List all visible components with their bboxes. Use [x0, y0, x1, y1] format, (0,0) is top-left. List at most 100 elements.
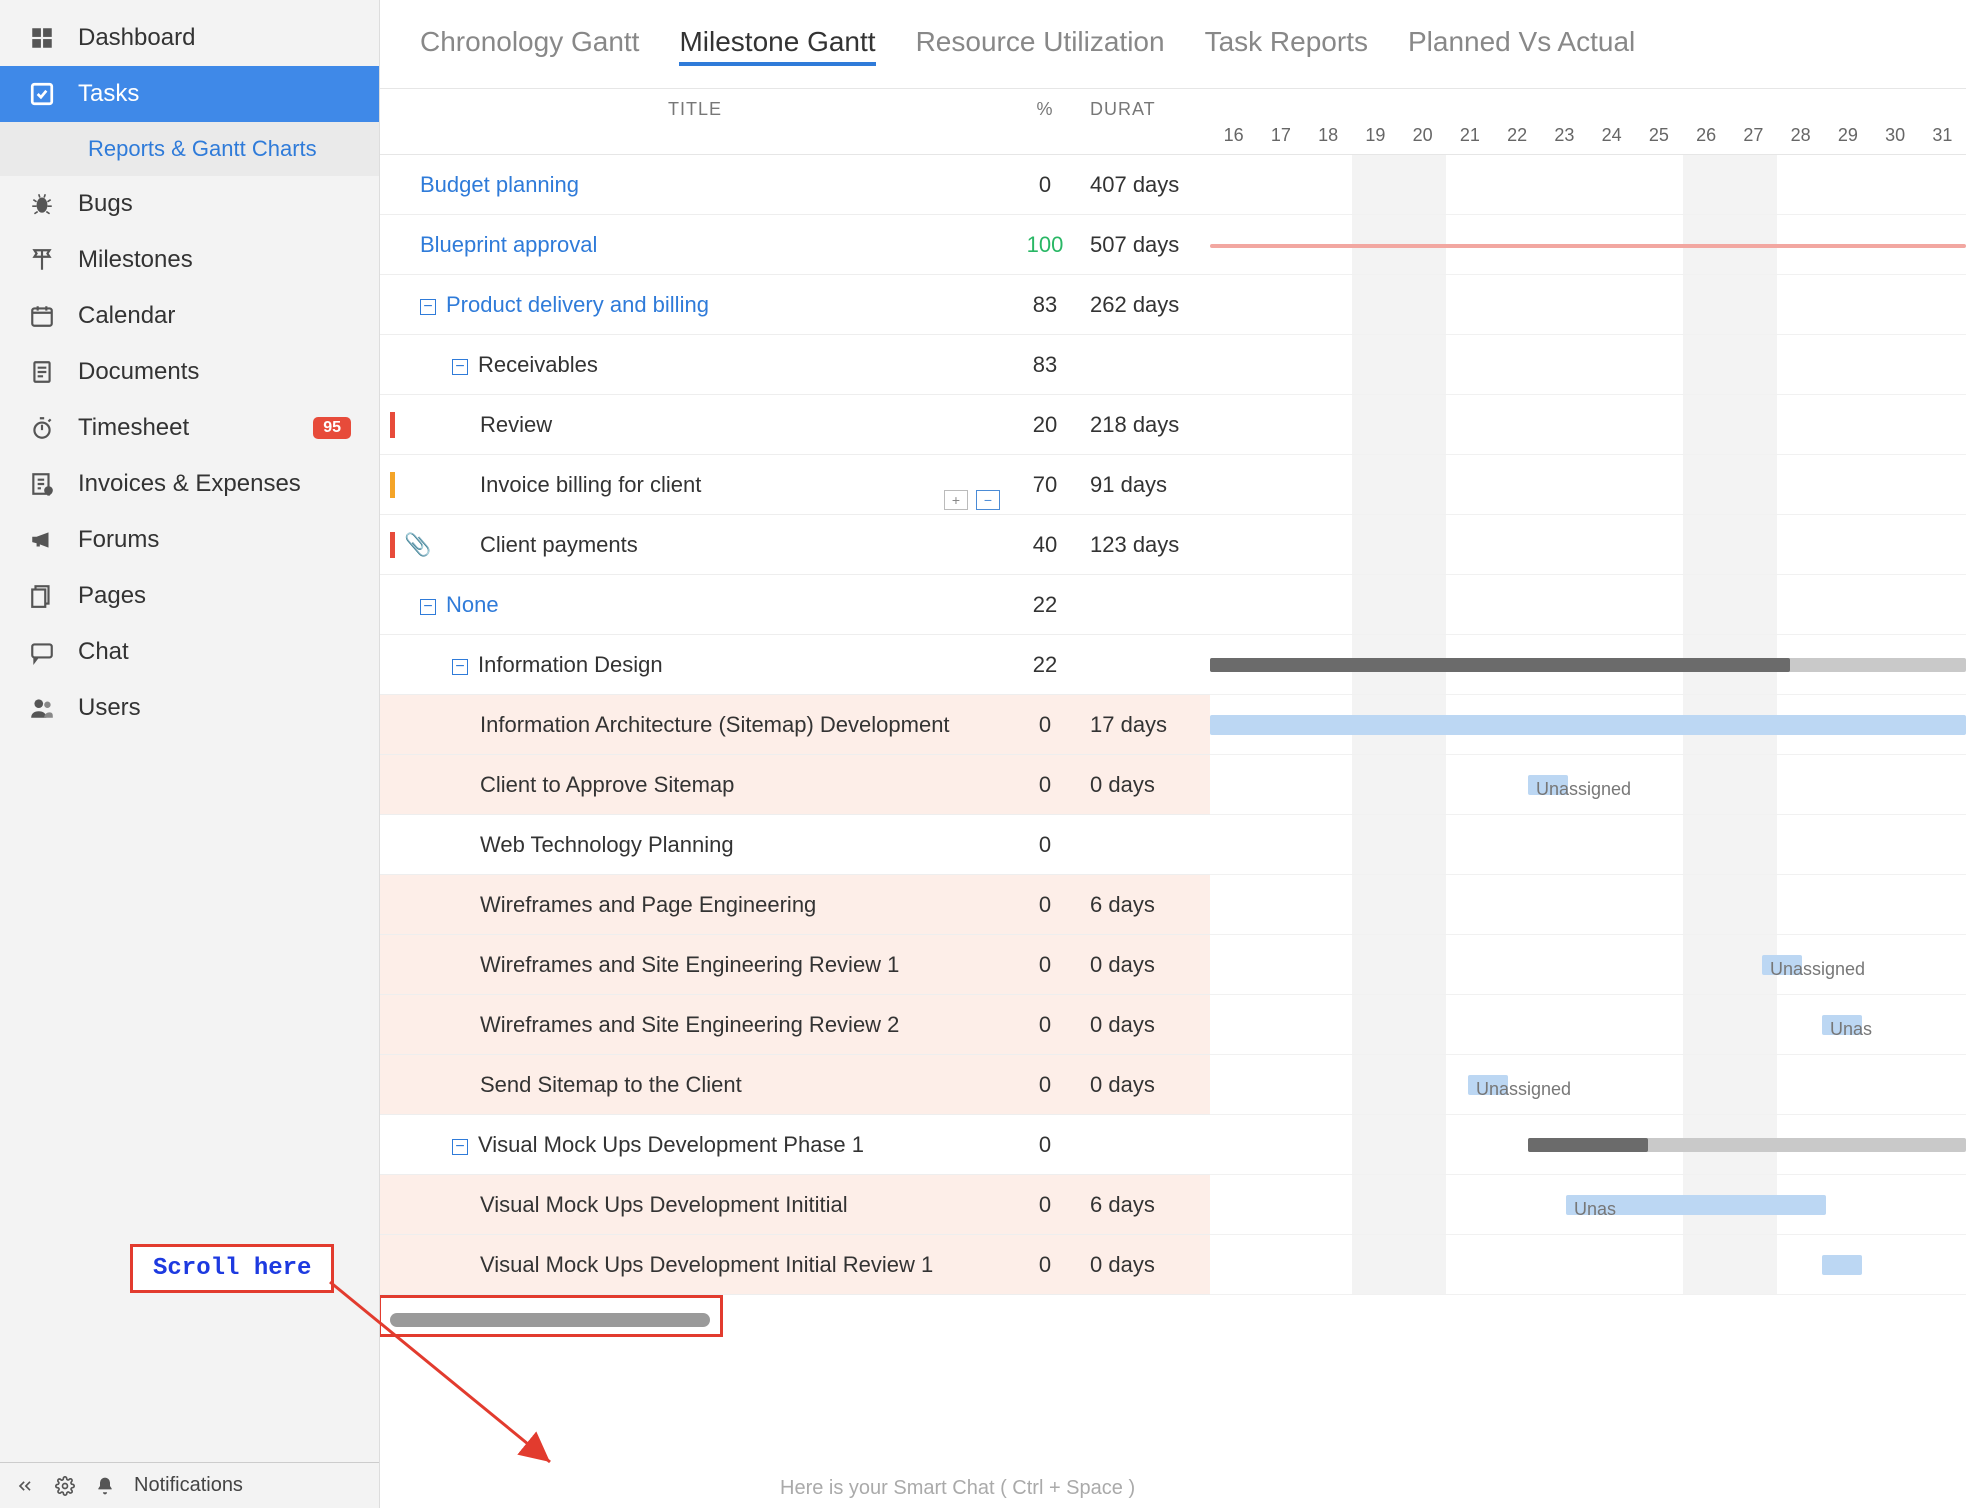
gantt-task-bar[interactable]: [1210, 715, 1966, 735]
row-pct: 0: [1010, 892, 1080, 918]
sidebar-subitem-reports[interactable]: Reports & Gantt Charts: [0, 122, 379, 176]
gantt-row: [1210, 455, 1966, 515]
sidebar-item-bugs[interactable]: Bugs: [0, 176, 379, 232]
sidebar-item-users[interactable]: Users: [0, 680, 379, 736]
sidebar-item-timesheet[interactable]: Timesheet95: [0, 400, 379, 456]
megaphone-icon: [28, 527, 56, 553]
collapse-icon[interactable]: [14, 1475, 36, 1497]
gantt-task-bar[interactable]: [1822, 1255, 1862, 1275]
minus-icon[interactable]: −: [976, 490, 1000, 510]
gantt-task-bar[interactable]: [1822, 1015, 1862, 1035]
table-row[interactable]: Budget planning0407 days: [380, 155, 1210, 215]
tab-task-reports[interactable]: Task Reports: [1205, 26, 1368, 66]
gantt-task-bar[interactable]: [1528, 775, 1568, 795]
gantt-day: 22: [1494, 125, 1541, 146]
gantt-bar: [1210, 244, 1966, 248]
table-row[interactable]: −None22: [380, 575, 1210, 635]
row-duration: 17 days: [1080, 712, 1210, 738]
row-pct: 20: [1010, 412, 1080, 438]
tab-resource-utilization[interactable]: Resource Utilization: [916, 26, 1165, 66]
row-pct: 70: [1010, 472, 1080, 498]
sidebar-item-label: Bugs: [78, 190, 133, 218]
table-row[interactable]: Blueprint approval100507 days: [380, 215, 1210, 275]
table-row[interactable]: −Information Design22: [380, 635, 1210, 695]
table-row[interactable]: −Product delivery and billing83262 days: [380, 275, 1210, 335]
table-row[interactable]: Wireframes and Page Engineering06 days: [380, 875, 1210, 935]
row-pct: 22: [1010, 592, 1080, 618]
sidebar-item-documents[interactable]: Documents: [0, 344, 379, 400]
task-grid: TITLE % DURAT Budget planning0407 daysBl…: [380, 89, 1210, 1335]
collapse-icon[interactable]: −: [452, 1139, 468, 1155]
gear-icon[interactable]: [54, 1475, 76, 1497]
table-row[interactable]: Review20218 days: [380, 395, 1210, 455]
row-pct: 0: [1010, 1192, 1080, 1218]
table-row[interactable]: Wireframes and Site Engineering Review 2…: [380, 995, 1210, 1055]
gantt-day: 29: [1824, 125, 1871, 146]
collapse-icon[interactable]: −: [452, 359, 468, 375]
row-pct: 0: [1010, 832, 1080, 858]
sidebar-item-pages[interactable]: Pages: [0, 568, 379, 624]
report-tabs: Chronology Gantt Milestone Gantt Resource …: [380, 0, 1966, 88]
row-title: Client payments: [380, 532, 1010, 558]
collapse-icon[interactable]: −: [452, 659, 468, 675]
sidebar-item-label: Dashboard: [78, 24, 195, 52]
priority-mark: [390, 472, 395, 498]
table-row[interactable]: Wireframes and Site Engineering Review 1…: [380, 935, 1210, 995]
table-row[interactable]: −Visual Mock Ups Development Phase 10: [380, 1115, 1210, 1175]
gantt-day: 30: [1872, 125, 1919, 146]
tab-planned-vs-actual[interactable]: Planned Vs Actual: [1408, 26, 1635, 66]
smart-chat-hint[interactable]: Here is your Smart Chat ( Ctrl + Space ): [780, 1477, 1135, 1500]
bottom-bar: Notifications: [0, 1462, 379, 1508]
gantt-row: [1210, 755, 1966, 815]
row-duration: 507 days: [1080, 232, 1210, 258]
row-duration: 6 days: [1080, 892, 1210, 918]
gantt-day: 25: [1635, 125, 1682, 146]
sidebar-item-invoices-expenses[interactable]: $Invoices & Expenses: [0, 456, 379, 512]
row-pct: 83: [1010, 292, 1080, 318]
bell-icon[interactable]: [94, 1475, 116, 1497]
stopwatch-icon: [28, 415, 56, 441]
gantt-row: [1210, 1175, 1966, 1235]
gantt-chart[interactable]: 16171819202122232425262728293031: [1210, 89, 1966, 1508]
table-row[interactable]: 📎Client payments40123 days: [380, 515, 1210, 575]
table-row[interactable]: −Receivables83: [380, 335, 1210, 395]
collapse-icon[interactable]: −: [420, 299, 436, 315]
horizontal-scrollbar[interactable]: [390, 1313, 710, 1327]
table-row[interactable]: Visual Mock Ups Development Inititial06 …: [380, 1175, 1210, 1235]
tab-chronology-gantt[interactable]: Chronology Gantt: [420, 26, 639, 66]
row-duration: 123 days: [1080, 532, 1210, 558]
gantt-task-bar[interactable]: [1762, 955, 1802, 975]
sidebar-item-forums[interactable]: Forums: [0, 512, 379, 568]
sidebar-item-milestones[interactable]: Milestones: [0, 232, 379, 288]
table-row[interactable]: Client to Approve Sitemap00 days: [380, 755, 1210, 815]
gantt-row: [1210, 1115, 1966, 1175]
add-icon[interactable]: +: [944, 490, 968, 510]
sidebar-item-tasks[interactable]: Tasks: [0, 66, 379, 122]
priority-mark: [390, 532, 395, 558]
sidebar-item-calendar[interactable]: Calendar: [0, 288, 379, 344]
grid-icon: [28, 25, 56, 51]
row-title: −None: [380, 592, 1010, 618]
tab-milestone-gantt[interactable]: Milestone Gantt: [679, 26, 875, 66]
gantt-task-bar[interactable]: [1468, 1075, 1508, 1095]
row-title: −Information Design: [380, 652, 1010, 678]
gantt-timeline-header: 16171819202122232425262728293031: [1210, 89, 1966, 155]
sidebar-item-dashboard[interactable]: Dashboard: [0, 10, 379, 66]
collapse-icon[interactable]: −: [420, 599, 436, 615]
row-title: Budget planning: [380, 172, 1010, 198]
sidebar: Dashboard TasksReports & Gantt Charts Bugs…: [0, 0, 380, 1508]
table-row[interactable]: Invoice billing for client+−7091 days: [380, 455, 1210, 515]
sidebar-item-label: Milestones: [78, 246, 193, 274]
gantt-day: 24: [1588, 125, 1635, 146]
gantt-task-bar[interactable]: [1566, 1195, 1826, 1215]
sidebar-item-chat[interactable]: Chat: [0, 624, 379, 680]
table-row[interactable]: Visual Mock Ups Development Initial Revi…: [380, 1235, 1210, 1295]
table-row[interactable]: Information Architecture (Sitemap) Devel…: [380, 695, 1210, 755]
row-title: Visual Mock Ups Development Initial Revi…: [380, 1252, 1010, 1278]
gantt-row: [1210, 215, 1966, 275]
row-title: Web Technology Planning: [380, 832, 1010, 858]
notifications-label[interactable]: Notifications: [134, 1474, 243, 1497]
table-row[interactable]: Send Sitemap to the Client00 days: [380, 1055, 1210, 1115]
gantt-row: [1210, 1235, 1966, 1295]
table-row[interactable]: Web Technology Planning0: [380, 815, 1210, 875]
